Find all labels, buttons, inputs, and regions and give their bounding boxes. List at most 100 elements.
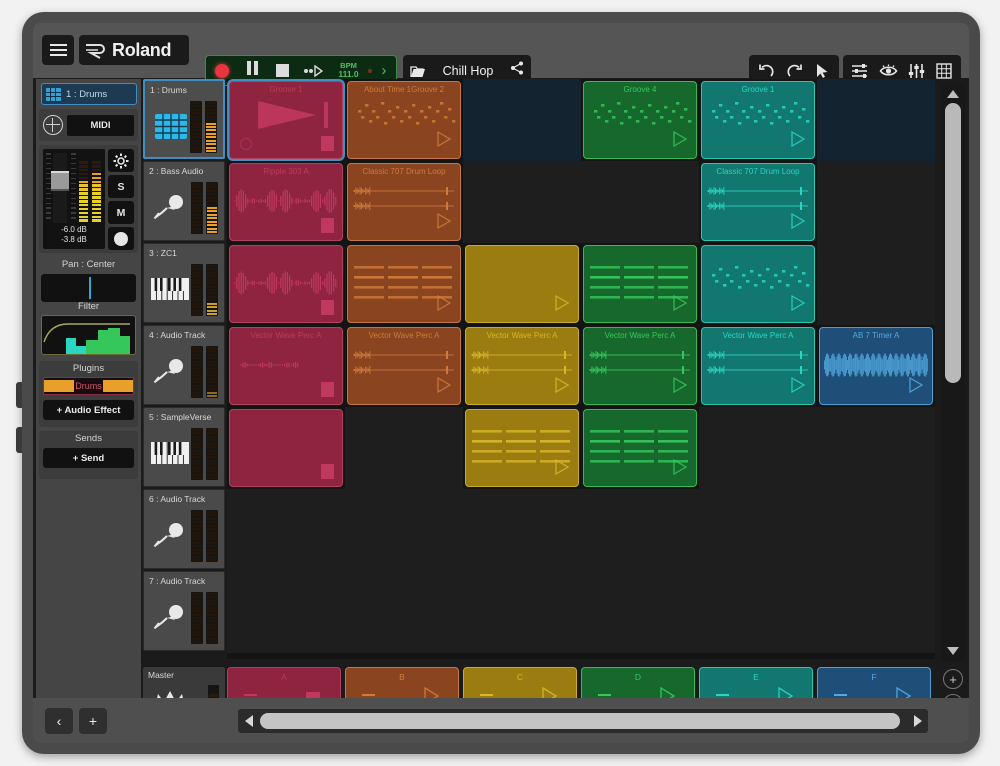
clip[interactable]: Vector Wave Perc A (465, 327, 579, 405)
track-header[interactable]: 2 : Bass Audio (143, 161, 225, 241)
add-track-button[interactable]: + (79, 708, 107, 734)
empty-clip-slot[interactable] (819, 573, 933, 651)
clip-stop-icon[interactable] (321, 300, 334, 315)
clip-play-icon[interactable] (672, 295, 688, 316)
clip[interactable]: Classic 707 Drum Loop (347, 163, 461, 241)
empty-clip-slot[interactable] (701, 491, 815, 569)
clip-cell[interactable]: Classic 707 Drum Loop (345, 161, 463, 243)
clip-cell[interactable] (817, 79, 935, 161)
clip[interactable] (583, 245, 697, 323)
empty-clip-slot[interactable] (229, 573, 343, 651)
add-send-button[interactable]: + Send (43, 448, 134, 468)
clip-play-icon[interactable] (554, 377, 570, 398)
track-header[interactable]: 1 : Drums (143, 79, 225, 159)
clip-cell[interactable] (699, 571, 817, 653)
clip-cell[interactable] (581, 571, 699, 653)
project-name[interactable]: Chill Hop (426, 64, 510, 78)
clip-cell[interactable]: Vector Wave Perc A (463, 325, 581, 407)
clip-cell[interactable]: AB 7 Timer A (817, 325, 935, 407)
clip-stop-icon[interactable] (321, 136, 334, 151)
clip-cell[interactable]: About Time 1Groove 2 (345, 79, 463, 161)
clip-cell[interactable] (817, 407, 935, 489)
empty-clip-slot[interactable] (819, 409, 933, 487)
clip-cell[interactable]: Groove 1 (227, 79, 345, 161)
empty-clip-slot[interactable] (583, 573, 697, 651)
scroll-down-button[interactable] (944, 643, 962, 658)
clip-play-icon[interactable] (790, 377, 806, 398)
empty-clip-slot[interactable] (583, 163, 697, 241)
clip-cell[interactable] (463, 243, 581, 325)
clip-play-icon[interactable] (554, 459, 570, 480)
empty-clip-slot[interactable] (347, 409, 461, 487)
clip-cell[interactable] (227, 407, 345, 489)
clip-cell[interactable] (227, 489, 345, 571)
empty-clip-slot[interactable] (819, 81, 933, 159)
clip-cell[interactable] (699, 407, 817, 489)
clip-cell[interactable]: Vector Wave Perc A (581, 325, 699, 407)
clip[interactable]: Classic 707 Drum Loop (701, 163, 815, 241)
empty-clip-slot[interactable] (347, 491, 461, 569)
zoom-in-button[interactable]: + (943, 669, 963, 689)
clip-cell[interactable] (345, 489, 463, 571)
clip-play-icon[interactable] (436, 131, 452, 152)
clip-cell[interactable] (463, 79, 581, 161)
track-header[interactable]: 3 : ZC1 (143, 243, 225, 323)
clip-play-icon[interactable] (436, 295, 452, 316)
clip[interactable]: Vector Wave Perc A (229, 327, 343, 405)
clip-cell[interactable]: Classic 707 Drum Loop (699, 161, 817, 243)
clip[interactable] (465, 245, 579, 323)
empty-clip-slot[interactable] (583, 491, 697, 569)
plugin-slot-drums[interactable]: Drums (43, 377, 134, 395)
clip-cell[interactable] (345, 571, 463, 653)
clip[interactable]: Groove 1 (229, 81, 343, 159)
clip-cell[interactable] (581, 161, 699, 243)
channel-strip-tab[interactable]: 1 : Drums (41, 83, 137, 105)
clip[interactable] (229, 409, 343, 487)
clip[interactable] (347, 245, 461, 323)
clip-cell[interactable] (581, 489, 699, 571)
clip-play-icon[interactable] (436, 377, 452, 398)
clip[interactable]: About Time 1Groove 2 (347, 81, 461, 159)
clip-play-icon[interactable] (790, 213, 806, 234)
empty-clip-slot[interactable] (465, 81, 579, 159)
clip-cell[interactable] (463, 407, 581, 489)
clip-cell[interactable] (463, 161, 581, 243)
clip-cell[interactable] (817, 571, 935, 653)
clip-play-icon[interactable] (554, 295, 570, 316)
clip[interactable]: Groove 1 (701, 81, 815, 159)
clip-cell[interactable] (817, 243, 935, 325)
clip-cell[interactable] (463, 571, 581, 653)
pan-slider[interactable] (41, 274, 136, 302)
track-header[interactable]: 7 : Audio Track (143, 571, 225, 651)
clip-play-icon[interactable] (790, 295, 806, 316)
clip-cell[interactable]: Ripple 303 A (227, 161, 345, 243)
record-arm-button[interactable] (108, 227, 134, 250)
vertical-scrollbar[interactable] (941, 83, 965, 661)
menu-button[interactable] (42, 35, 74, 65)
clip-stop-icon[interactable] (321, 464, 334, 479)
clip-cell[interactable] (817, 161, 935, 243)
volume-fader-handle[interactable] (51, 171, 69, 191)
clip-cell[interactable] (699, 243, 817, 325)
back-button[interactable]: ‹ (45, 708, 73, 734)
clip[interactable]: Groove 4 (583, 81, 697, 159)
clip-stop-icon[interactable] (321, 382, 334, 397)
clip-cell[interactable] (345, 407, 463, 489)
settings-button[interactable] (108, 149, 134, 172)
clip-stop-icon[interactable] (321, 218, 334, 233)
share-icon[interactable] (510, 61, 524, 80)
clip-cell[interactable]: Vector Wave Perc A (699, 325, 817, 407)
midi-label[interactable]: MIDI (67, 115, 134, 136)
clip-cell[interactable] (581, 243, 699, 325)
horizontal-scroll-thumb[interactable] (260, 713, 900, 729)
clip[interactable]: Ripple 303 A (229, 163, 343, 241)
clip[interactable] (229, 245, 343, 323)
folder-icon[interactable] (410, 65, 426, 77)
clip-cell[interactable]: Vector Wave Perc A (227, 325, 345, 407)
clip-cell[interactable] (227, 243, 345, 325)
add-audio-effect-button[interactable]: + Audio Effect (43, 400, 134, 420)
empty-clip-slot[interactable] (465, 573, 579, 651)
clip[interactable]: Vector Wave Perc A (347, 327, 461, 405)
track-header[interactable]: 4 : Audio Track (143, 325, 225, 405)
empty-clip-slot[interactable] (229, 491, 343, 569)
